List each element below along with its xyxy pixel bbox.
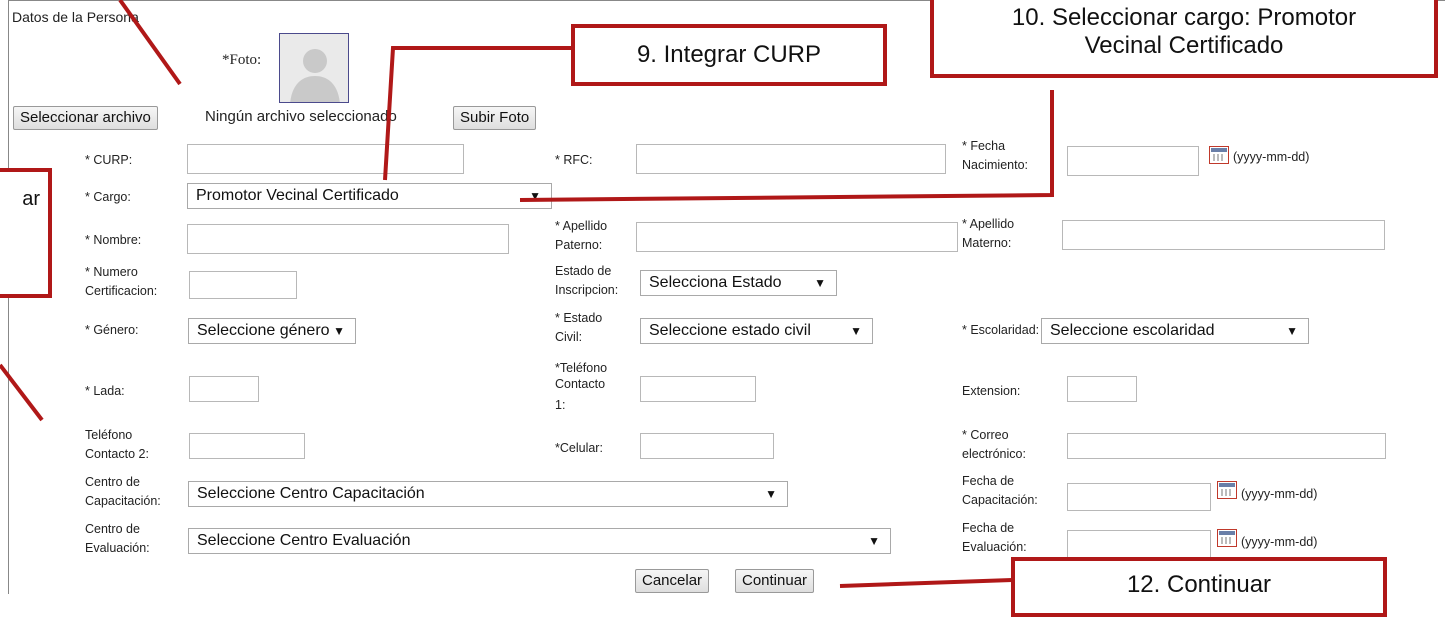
lada-input[interactable] [189,376,259,402]
date-format-hint: (yyyy-mm-dd) [1241,487,1318,501]
centro-capacitacion-select[interactable]: Seleccione Centro Capacitación ▼ [188,481,788,507]
numero-certificacion-label: * Numero Certificacion: [85,265,158,298]
select-file-button[interactable]: Seleccionar archivo [13,106,158,130]
calendar-icon[interactable] [1217,481,1237,499]
nombre-input[interactable] [187,224,509,254]
chevron-down-icon: ▼ [868,534,880,548]
callout-11-partial: ar [0,168,52,298]
callout-10: 10. Seleccionar cargo: Promotor Vecinal C… [930,0,1438,78]
apellido-paterno-label: * Apellido Paterno: [555,219,608,252]
fecha-capacitacion-label: Fecha de Capacitación: [962,474,1038,507]
escolaridad-select[interactable]: Seleccione escolaridad ▼ [1041,318,1309,344]
genero-select[interactable]: Seleccione género ▼ [188,318,356,344]
estado-civil-label: * Estado Civil: [555,311,603,344]
upload-photo-button[interactable]: Subir Foto [453,106,537,130]
celular-input[interactable] [640,433,774,459]
lada-label: * Lada: [85,384,125,398]
extension-input[interactable] [1067,376,1137,402]
telefono-contacto-2-label: Teléfono Contacto 2: [85,428,149,461]
cargo-label: * Cargo: [85,190,131,204]
file-status: Ningún archivo seleccionado [205,108,397,125]
apellido-paterno-input[interactable] [636,222,958,252]
chevron-down-icon: ▼ [850,324,862,338]
curp-label: * CURP: [85,153,133,167]
photo-label: *Foto: [222,52,262,68]
estado-civil-select[interactable]: Seleccione estado civil ▼ [640,318,873,344]
centro-evaluacion-select[interactable]: Seleccione Centro Evaluación ▼ [188,528,891,554]
fecha-nacimiento-label: * Fecha Nacimiento: [962,139,1028,172]
calendar-icon[interactable] [1209,146,1229,164]
avatar-icon [290,49,340,102]
apellido-materno-input[interactable] [1062,220,1385,250]
genero-label: * Género: [85,323,139,337]
curp-input[interactable] [187,144,464,174]
cancel-button[interactable]: Cancelar [635,569,710,593]
telefono-contacto-2-input[interactable] [189,433,305,459]
fecha-nacimiento-input[interactable] [1067,146,1199,176]
rfc-label: * RFC: [555,153,593,167]
date-format-hint: (yyyy-mm-dd) [1233,150,1310,164]
nombre-label: * Nombre: [85,233,142,247]
callout-9: 9. Integrar CURP [571,24,887,86]
fecha-capacitacion-input[interactable] [1067,483,1211,511]
continue-button[interactable]: Continuar [735,569,815,593]
numero-certificacion-input[interactable] [189,271,297,299]
escolaridad-label: * Escolaridad: [962,323,1040,337]
estado-inscripcion-label: Estado de Inscripcion: [555,264,619,297]
rfc-input[interactable] [636,144,946,174]
correo-electronico-input[interactable] [1067,433,1386,459]
centro-evaluacion-label: Centro de Evaluación: [85,522,150,555]
fecha-evaluacion-label: Fecha de Evaluación: [962,521,1027,554]
cargo-select[interactable]: Promotor Vecinal Certificado ▼ [187,183,552,209]
chevron-down-icon: ▼ [765,487,777,501]
photo-placeholder [279,33,349,103]
fecha-evaluacion-input[interactable] [1067,530,1211,558]
date-format-hint: (yyyy-mm-dd) [1241,535,1318,549]
calendar-icon[interactable] [1217,529,1237,547]
telefono-contacto-1-input[interactable] [640,376,756,402]
chevron-down-icon: ▼ [814,276,826,290]
celular-label: *Celular: [555,441,603,455]
centro-capacitacion-label: Centro de Capacitación: [85,475,161,508]
chevron-down-icon: ▼ [529,189,541,203]
telefono-contacto-1-label: *Teléfono Contacto 1: [555,361,608,412]
apellido-materno-label: * Apellido Materno: [962,217,1015,250]
correo-electronico-label: * Correo electrónico: [962,428,1026,461]
chevron-down-icon: ▼ [333,324,345,338]
extension-label: Extension: [962,384,1021,398]
estado-inscripcion-select[interactable]: Selecciona Estado ▼ [640,270,837,296]
callout-12: 12. Continuar [1011,557,1387,617]
chevron-down-icon: ▼ [1286,324,1298,338]
section-title: Datos de la Persona [12,9,139,25]
